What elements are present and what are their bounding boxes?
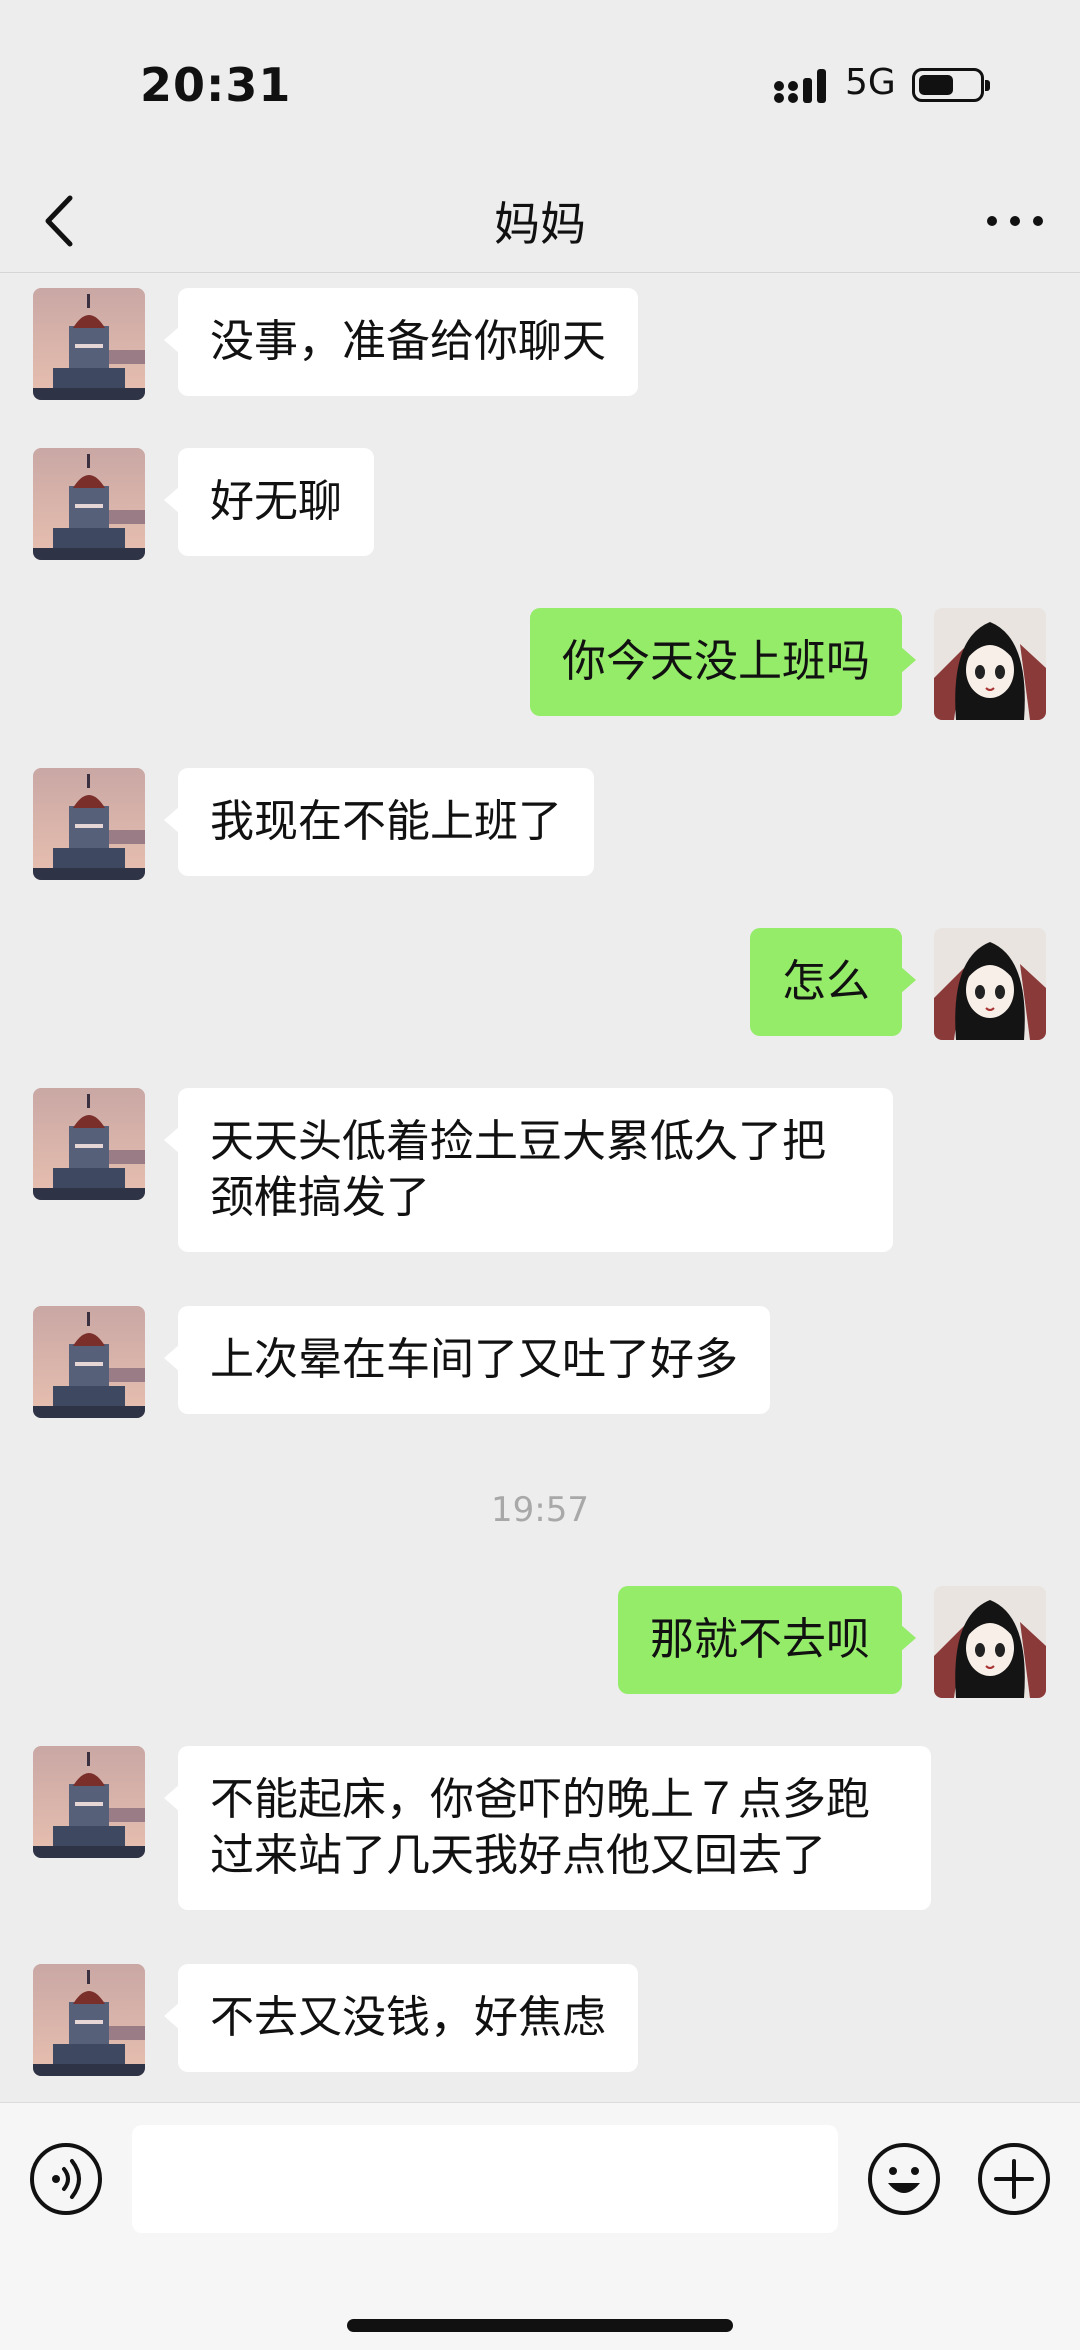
received-message-bubble[interactable]: 不能起床，你爸吓的晚上７点多跑 过来站了几天我好点他又回去了 (164, 1746, 931, 1910)
received-message-bubble[interactable]: 我现在不能上班了 (164, 768, 594, 876)
sent-message-bubble[interactable]: 怎么 (750, 928, 916, 1036)
input-bar (0, 2102, 1080, 2350)
received-message-bubble[interactable]: 没事，准备给你聊天 (164, 288, 638, 396)
chat-title: 妈妈 (494, 197, 586, 251)
add-more-icon[interactable] (976, 2141, 1052, 2217)
sent-message-bubble[interactable]: 那就不去呗 (618, 1586, 916, 1694)
battery-icon (912, 68, 990, 102)
received-message-bubble[interactable]: 好无聊 (164, 448, 374, 556)
mom-avatar[interactable] (33, 1306, 145, 1418)
chat-header: 妈妈 (0, 170, 1080, 273)
more-options-icon[interactable] (980, 198, 1050, 244)
mom-avatar[interactable] (33, 1746, 145, 1858)
mom-avatar[interactable] (33, 1088, 145, 1200)
status-time: 20:31 (140, 58, 292, 112)
user-avatar[interactable] (934, 1586, 1046, 1698)
signal-icon (774, 69, 826, 103)
status-bar: 20:31 5G (0, 0, 1080, 170)
sent-message-bubble[interactable]: 你今天没上班吗 (530, 608, 916, 716)
message-timestamp: 19:57 (491, 1490, 589, 1530)
user-avatar[interactable] (934, 928, 1046, 1040)
received-message-bubble[interactable]: 不去又没钱，好焦虑 (164, 1964, 638, 2072)
received-message-bubble[interactable]: 上次晕在车间了又吐了好多 (164, 1306, 770, 1414)
mom-avatar[interactable] (33, 768, 145, 880)
message-input[interactable] (132, 2125, 838, 2233)
emoji-icon[interactable] (866, 2141, 942, 2217)
message-list[interactable]: 没事，准备给你聊天 好无聊 你今天没上班吗 我现在不能上班了 怎么 天天头低着捡… (0, 272, 1080, 2102)
mom-avatar[interactable] (33, 1964, 145, 2076)
network-type: 5G (845, 62, 896, 103)
voice-input-icon[interactable] (28, 2141, 104, 2217)
user-avatar[interactable] (934, 608, 1046, 720)
mom-avatar[interactable] (33, 448, 145, 560)
received-message-bubble[interactable]: 天天头低着捡土豆大累低久了把 颈椎搞发了 (164, 1088, 893, 1252)
home-indicator[interactable] (347, 2319, 733, 2332)
mom-avatar[interactable] (33, 288, 145, 400)
